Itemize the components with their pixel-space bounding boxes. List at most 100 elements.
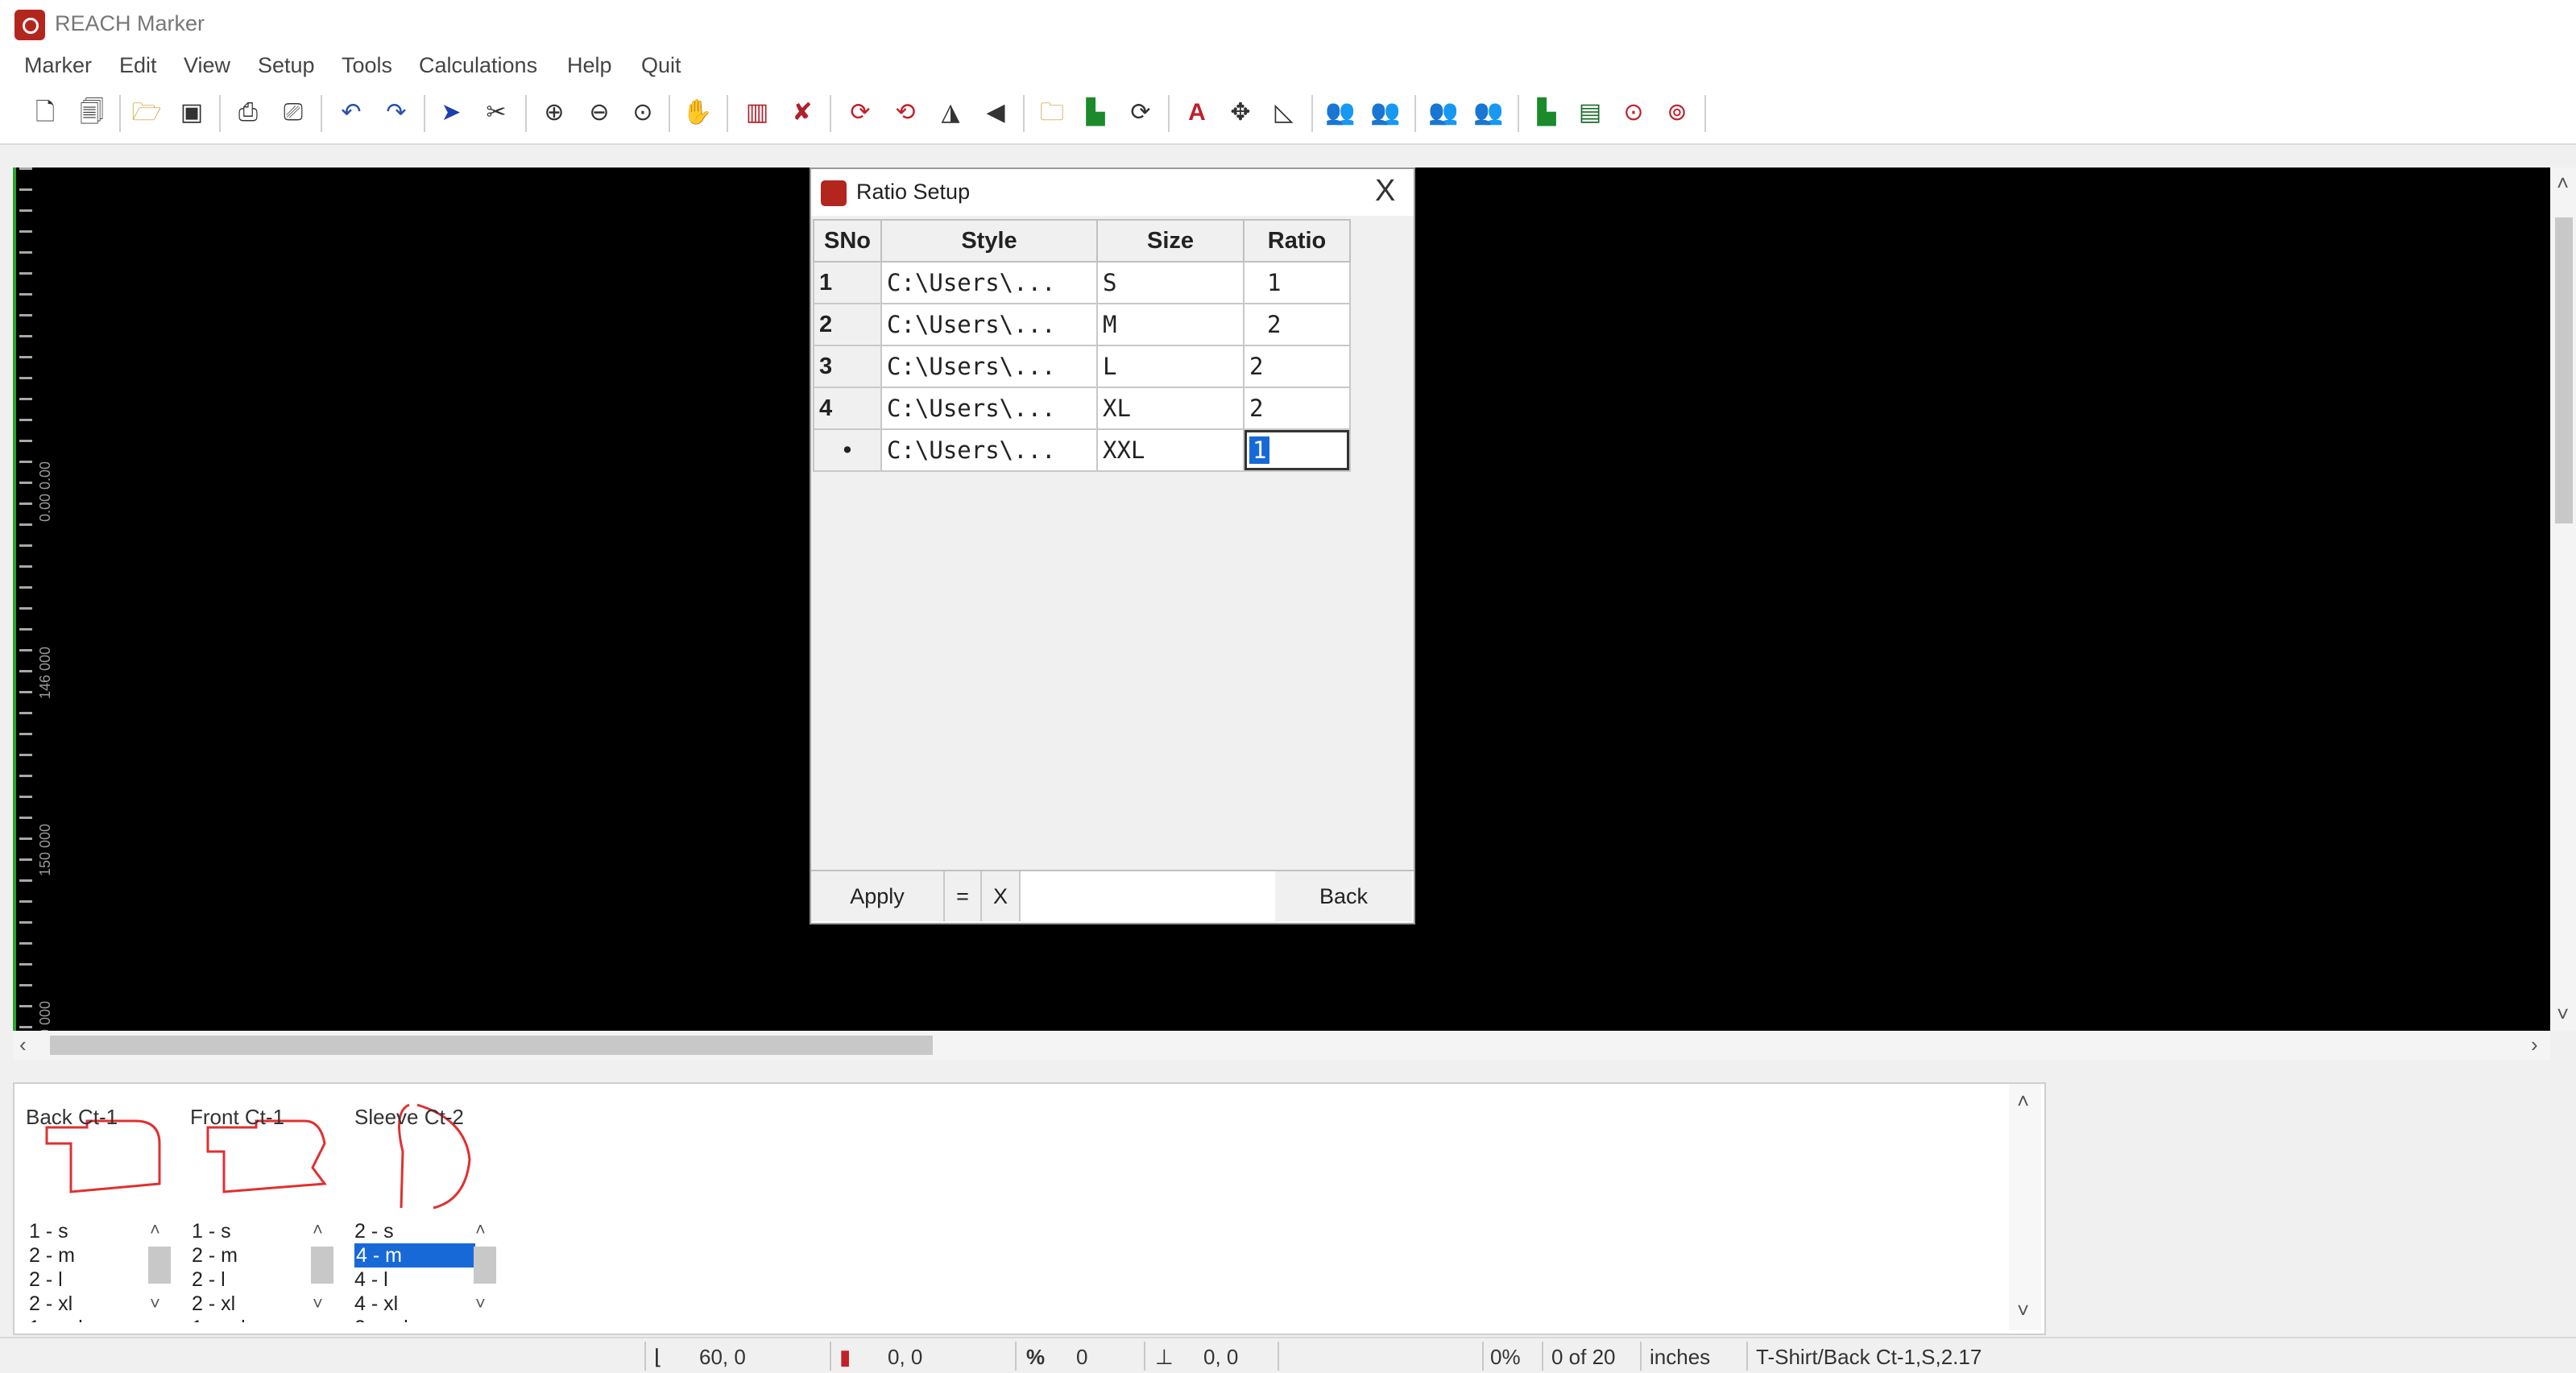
scroll-down-icon[interactable]: ˅ bbox=[2017, 1298, 2029, 1323]
row-style[interactable]: C:\Users\... bbox=[880, 303, 1098, 346]
pair-red-icon[interactable]: 👥 bbox=[1472, 97, 1505, 129]
undo-icon[interactable]: ↶ bbox=[335, 97, 367, 129]
column-header-style[interactable]: Style bbox=[880, 219, 1098, 263]
back-button[interactable]: Back bbox=[1275, 871, 1412, 921]
list-item[interactable]: 2 - xl bbox=[29, 1292, 150, 1316]
close-icon[interactable]: X bbox=[1375, 174, 1395, 209]
pan-hand-icon[interactable]: ✋ bbox=[681, 97, 714, 129]
size-list-scrollbar[interactable]: ˄ ˅ bbox=[309, 1219, 335, 1324]
column-header-sno[interactable]: SNo bbox=[813, 219, 882, 263]
pair-blue-icon[interactable]: 👥 bbox=[1427, 97, 1460, 129]
table-row[interactable]: 1 C:\Users\... S 1 bbox=[813, 261, 1351, 304]
list-item-selected[interactable]: 4 - m bbox=[354, 1243, 475, 1268]
save-icon[interactable]: ▣ bbox=[176, 97, 208, 129]
scroll-thumb[interactable] bbox=[311, 1247, 333, 1284]
table-row[interactable]: 2 C:\Users\... M 2 bbox=[813, 303, 1351, 346]
list-item[interactable]: 2 - s bbox=[354, 1219, 475, 1243]
zoom-out-icon[interactable]: ⊖ bbox=[583, 97, 615, 129]
export-icon[interactable]: ▙ bbox=[1079, 97, 1112, 129]
row-ratio[interactable]: 2 bbox=[1243, 387, 1351, 430]
table-row[interactable]: 3 C:\Users\... L 2 bbox=[813, 345, 1351, 388]
apply-button[interactable]: Apply bbox=[811, 871, 945, 921]
menu-help[interactable]: Help bbox=[567, 53, 612, 78]
scroll-left-icon[interactable]: ‹ bbox=[19, 1032, 27, 1057]
column-header-size[interactable]: Size bbox=[1096, 219, 1245, 263]
size-list-scrollbar[interactable]: ˄ ˅ bbox=[472, 1219, 498, 1324]
row-ratio[interactable]: 2 bbox=[1243, 303, 1351, 346]
scroll-down-icon[interactable]: ˅ bbox=[2557, 1002, 2569, 1027]
menu-quit[interactable]: Quit bbox=[641, 53, 681, 78]
table-row-new[interactable]: • C:\Users\... XXL 1 bbox=[813, 428, 1351, 472]
flip-vertical-icon[interactable]: ◮ bbox=[934, 97, 967, 129]
row-size[interactable]: XL bbox=[1096, 387, 1245, 430]
row-style[interactable]: C:\Users\... bbox=[880, 261, 1098, 304]
row-ratio[interactable]: 1 bbox=[1243, 261, 1351, 304]
list-item[interactable]: 4 - l bbox=[354, 1268, 475, 1292]
list-item[interactable]: 2 - m bbox=[192, 1243, 313, 1268]
scroll-up-icon[interactable]: ˄ bbox=[150, 1219, 160, 1240]
open-recent-icon[interactable]: 🗐 bbox=[76, 97, 108, 129]
size-list-scrollbar[interactable]: ˄ ˅ bbox=[147, 1219, 172, 1324]
column-header-ratio[interactable]: Ratio bbox=[1243, 219, 1351, 263]
size-list-front[interactable]: 1 - s 2 - m 2 - l 2 - xl 1 - xxl bbox=[192, 1219, 313, 1322]
menu-calculations[interactable]: Calculations bbox=[419, 53, 537, 78]
list-item[interactable]: 1 - xxl bbox=[29, 1316, 150, 1322]
list-item[interactable]: 2 - m bbox=[29, 1243, 150, 1268]
flip-horizontal-icon[interactable]: ◀ bbox=[979, 97, 1012, 129]
scroll-up-icon[interactable]: ˄ bbox=[313, 1219, 323, 1240]
row-size[interactable]: L bbox=[1096, 345, 1245, 388]
row-style[interactable]: C:\Users\... bbox=[880, 387, 1098, 430]
scroll-thumb[interactable] bbox=[148, 1247, 171, 1284]
scroll-right-icon[interactable]: › bbox=[2531, 1032, 2538, 1057]
clear-button[interactable]: X bbox=[982, 871, 1021, 921]
canvas-horizontal-scroll-thumb[interactable] bbox=[50, 1036, 933, 1055]
pair-people-blue-icon[interactable]: 👥 bbox=[1324, 97, 1356, 129]
equals-button[interactable]: = bbox=[945, 871, 982, 921]
scroll-down-icon[interactable]: ˅ bbox=[475, 1293, 486, 1314]
target-icon[interactable]: ⊙ bbox=[1617, 97, 1650, 129]
piece-name-sleeve[interactable]: Sleeve Ct-2 bbox=[354, 1105, 464, 1130]
pin-icon[interactable]: ✘ bbox=[786, 97, 818, 129]
target-red-icon[interactable]: ⊚ bbox=[1661, 97, 1693, 129]
row-size[interactable]: S bbox=[1096, 261, 1245, 304]
piece-name-back[interactable]: Back Ct-1 bbox=[26, 1105, 118, 1130]
menu-edit[interactable]: Edit bbox=[119, 53, 157, 78]
list-item[interactable]: 4 - xl bbox=[354, 1292, 475, 1316]
barcode-icon[interactable]: ▥ bbox=[741, 97, 773, 129]
canvas-vertical-scroll-thumb[interactable] bbox=[2555, 217, 2573, 523]
menu-view[interactable]: View bbox=[184, 53, 230, 78]
pair-people-red-icon[interactable]: 👥 bbox=[1369, 97, 1402, 129]
list-item[interactable]: 2 - xxl bbox=[354, 1316, 475, 1322]
size-list-sleeve[interactable]: 2 - s 4 - m 4 - l 4 - xl 2 - xxl bbox=[354, 1219, 475, 1322]
scroll-down-icon[interactable]: ˅ bbox=[150, 1293, 160, 1314]
scroll-down-icon[interactable]: ˅ bbox=[313, 1293, 323, 1314]
scroll-up-icon[interactable]: ˄ bbox=[2557, 171, 2569, 196]
cut-icon[interactable]: ✂ bbox=[480, 97, 512, 129]
zoom-fit-icon[interactable]: ⊙ bbox=[627, 97, 659, 129]
folder-open-icon[interactable]: 🗀 bbox=[1036, 97, 1068, 129]
menu-marker[interactable]: Marker bbox=[24, 53, 92, 78]
scroll-up-icon[interactable]: ˄ bbox=[475, 1219, 486, 1240]
scroll-thumb[interactable] bbox=[474, 1247, 496, 1284]
row-size[interactable]: XXL bbox=[1096, 428, 1245, 472]
list-item[interactable]: 2 - l bbox=[192, 1268, 313, 1292]
ratio-edit-value[interactable]: 1 bbox=[1249, 436, 1270, 464]
rotate-free-icon[interactable]: ⟳ bbox=[1124, 97, 1157, 129]
list-item[interactable]: 1 - s bbox=[192, 1219, 313, 1243]
list-item[interactable]: 2 - xl bbox=[192, 1292, 313, 1316]
open-folder-icon[interactable]: 🗁 bbox=[130, 97, 163, 129]
ratio-edit-cell[interactable]: 1 bbox=[1243, 428, 1351, 472]
print-setup-icon[interactable]: ⎚ bbox=[277, 97, 309, 129]
rotate-cw-icon[interactable]: ⟳ bbox=[844, 97, 876, 129]
list-item[interactable]: 1 - s bbox=[29, 1219, 150, 1243]
move-icon[interactable]: ✥ bbox=[1224, 97, 1257, 129]
list-item[interactable]: 2 - l bbox=[29, 1268, 150, 1292]
size-list-back[interactable]: 1 - s 2 - m 2 - l 2 - xl 1 - xxl bbox=[29, 1219, 150, 1322]
row-style[interactable]: C:\Users\... bbox=[880, 345, 1098, 388]
measure-icon[interactable]: ◺ bbox=[1268, 97, 1300, 129]
zoom-in-icon[interactable]: ⊕ bbox=[538, 97, 570, 129]
list-item[interactable]: 1 - xxl bbox=[192, 1316, 313, 1322]
text-icon[interactable]: A bbox=[1181, 97, 1213, 129]
piece-panel-scrollbar[interactable]: ˄ ˅ bbox=[2009, 1084, 2041, 1330]
new-doc-icon[interactable]: 🗋 bbox=[29, 97, 61, 129]
